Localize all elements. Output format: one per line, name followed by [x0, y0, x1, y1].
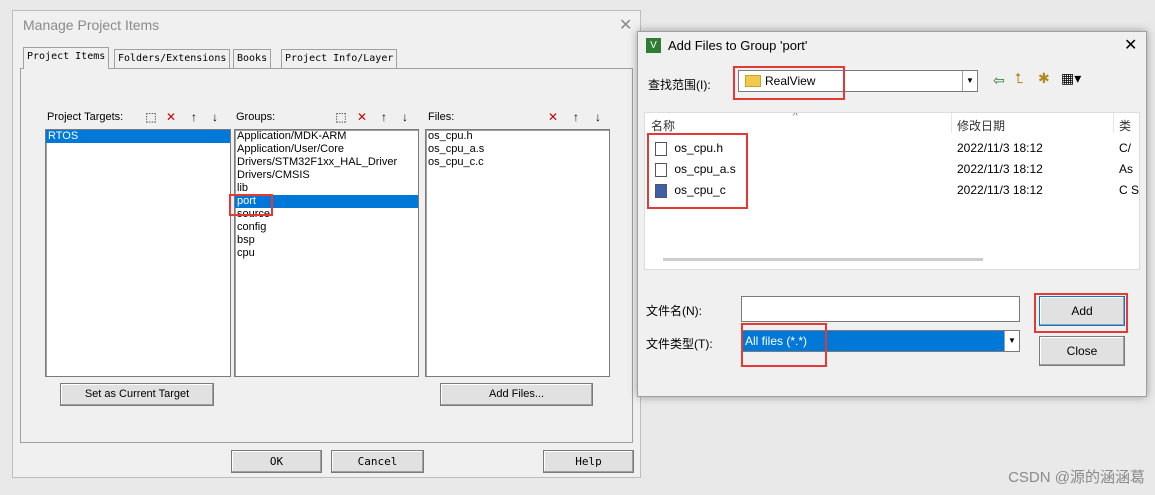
- help-button[interactable]: Help: [543, 450, 634, 473]
- column-header-type[interactable]: 类: [1119, 117, 1131, 134]
- dialog-title: Add Files to Group 'port': [668, 38, 808, 53]
- list-item[interactable]: Drivers/CMSIS: [235, 169, 418, 182]
- column-divider: [1113, 113, 1114, 133]
- file-type: C/: [1119, 141, 1131, 155]
- files-label: Files:: [428, 111, 455, 123]
- highlight-box-files: [647, 133, 748, 209]
- file-list[interactable]: 名称 ^ 修改日期 类 os_cpu.h 2022/11/3 18:12 C/ …: [644, 112, 1140, 270]
- list-item[interactable]: config: [235, 221, 418, 234]
- list-item[interactable]: RTOS: [46, 130, 230, 143]
- filename-input[interactable]: [741, 296, 1020, 322]
- tab-books[interactable]: Books: [233, 49, 272, 68]
- list-item[interactable]: os_cpu.h: [426, 130, 609, 143]
- app-icon: V: [646, 38, 661, 53]
- add-files-dialog: V Add Files to Group 'port' ✕ 查找范围(I): R…: [637, 31, 1147, 397]
- file-date: 2022/11/3 18:12: [957, 141, 1043, 155]
- sort-up-icon: ^: [793, 112, 798, 122]
- file-type: As: [1119, 162, 1134, 176]
- close-icon[interactable]: ✕: [619, 15, 632, 35]
- groups-label: Groups:: [236, 111, 276, 123]
- close-button[interactable]: Close: [1039, 336, 1125, 366]
- targets-list[interactable]: RTOS: [45, 129, 231, 377]
- delete-file-icon[interactable]: ✕: [545, 109, 561, 125]
- list-item[interactable]: Application/User/Core: [235, 143, 418, 156]
- file-type: C S: [1119, 183, 1140, 197]
- chevron-down-icon[interactable]: ▼: [1004, 331, 1019, 351]
- move-down-target-icon[interactable]: ↓: [207, 109, 223, 125]
- tab-panel: Project Targets: ⬚ ✕ ↑ ↓ RTOS Groups: ⬚ …: [20, 68, 633, 443]
- move-up-target-icon[interactable]: ↑: [186, 109, 202, 125]
- list-item[interactable]: os_cpu_a.s: [426, 143, 609, 156]
- lookin-label: 查找范围(I):: [648, 78, 711, 92]
- list-item[interactable]: os_cpu_c.c: [426, 156, 609, 169]
- watermark: CSDN @源的涵涵葛: [1008, 469, 1145, 486]
- tab-project-info-layer[interactable]: Project Info/Layer: [281, 49, 398, 68]
- move-down-file-icon[interactable]: ↓: [590, 109, 606, 125]
- add-files-button[interactable]: Add Files...: [440, 383, 593, 406]
- highlight-box-port: [229, 194, 273, 216]
- move-up-group-icon[interactable]: ↑: [376, 109, 392, 125]
- column-divider: [951, 113, 952, 133]
- files-list[interactable]: os_cpu.h os_cpu_a.s os_cpu_c.c: [425, 129, 610, 377]
- up-folder-icon[interactable]: ⮤: [1015, 70, 1023, 87]
- back-icon[interactable]: ⇦: [993, 72, 1005, 89]
- delete-target-icon[interactable]: ✕: [163, 109, 179, 125]
- chevron-down-icon[interactable]: ▼: [962, 71, 977, 91]
- groups-list[interactable]: Application/MDK-ARM Application/User/Cor…: [234, 129, 419, 377]
- new-group-icon[interactable]: ⬚: [333, 109, 349, 125]
- column-header-date[interactable]: 修改日期: [957, 117, 1005, 134]
- ok-button[interactable]: OK: [231, 450, 322, 473]
- file-date: 2022/11/3 18:12: [957, 183, 1043, 197]
- list-item[interactable]: cpu: [235, 247, 418, 260]
- move-up-file-icon[interactable]: ↑: [568, 109, 584, 125]
- file-date: 2022/11/3 18:12: [957, 162, 1043, 176]
- set-current-target-button[interactable]: Set as Current Target: [60, 383, 214, 406]
- view-menu-icon[interactable]: ▦▾: [1061, 70, 1081, 87]
- new-target-icon[interactable]: ⬚: [143, 109, 159, 125]
- manage-project-items-window: Manage Project Items ✕ Project Items Fol…: [12, 10, 641, 478]
- highlight-box-realview: [733, 66, 845, 100]
- list-item[interactable]: bsp: [235, 234, 418, 247]
- filename-label: 文件名(N):: [646, 304, 702, 318]
- targets-label: Project Targets:: [47, 111, 124, 123]
- highlight-box-add: [1034, 293, 1128, 333]
- filetype-label: 文件类型(T):: [646, 337, 713, 351]
- window-title: Manage Project Items: [23, 17, 160, 33]
- list-item[interactable]: Drivers/STM32F1xx_HAL_Driver: [235, 156, 418, 169]
- delete-group-icon[interactable]: ✕: [354, 109, 370, 125]
- move-down-group-icon[interactable]: ↓: [397, 109, 413, 125]
- tab-project-items[interactable]: Project Items: [23, 47, 110, 69]
- close-icon[interactable]: ✕: [1124, 35, 1137, 55]
- new-folder-icon[interactable]: ✱: [1038, 70, 1050, 87]
- highlight-box-filetype: [741, 323, 827, 367]
- column-header-name[interactable]: 名称: [651, 117, 675, 134]
- list-item[interactable]: Application/MDK-ARM: [235, 130, 418, 143]
- horizontal-scrollbar[interactable]: [663, 258, 983, 261]
- cancel-button[interactable]: Cancel: [331, 450, 424, 473]
- tab-folders-extensions[interactable]: Folders/Extensions: [114, 49, 231, 68]
